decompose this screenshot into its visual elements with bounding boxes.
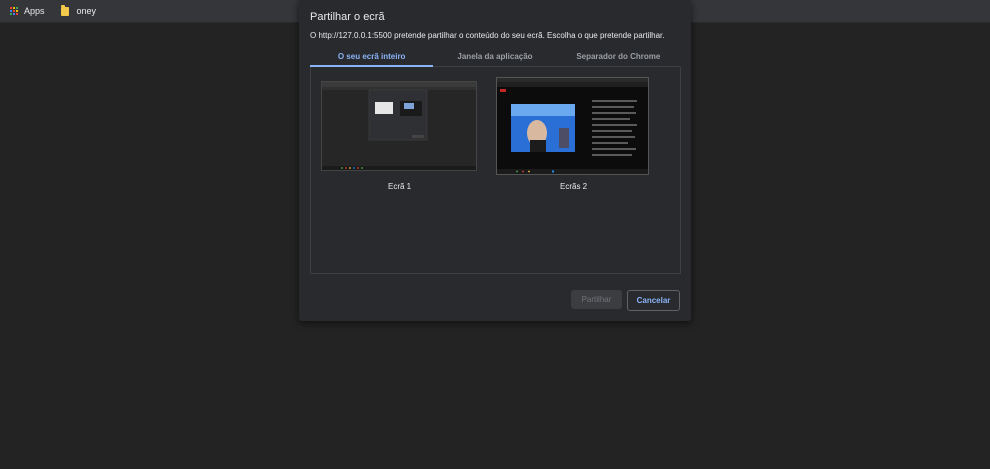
cancel-button[interactable]: Cancelar (627, 290, 680, 311)
tab-entire-screen[interactable]: O seu ecrã inteiro (310, 48, 434, 67)
bookmark-folder-label: oney (76, 6, 97, 16)
screen-2-label: Ecrãs 2 (560, 182, 588, 191)
screen-1-preview-image (322, 82, 476, 170)
apps-grid-icon (10, 6, 19, 16)
screen-1-thumbnail[interactable] (321, 81, 477, 171)
dialog-description: O http://127.0.0.1:5500 pretende partilh… (310, 31, 665, 40)
dialog-actions: Partilhar Cancelar (571, 290, 680, 311)
bookmark-apps-label: Apps (24, 6, 45, 16)
tab-chrome-tab[interactable]: Separador do Chrome (557, 48, 680, 66)
dialog-title: Partilhar o ecrã (310, 11, 385, 23)
screen-2-thumbnail[interactable] (496, 77, 649, 175)
bookmark-apps[interactable]: Apps (10, 6, 45, 16)
tab-bar: O seu ecrã inteiro Janela da aplicação S… (310, 48, 680, 67)
bookmark-folder-oney[interactable]: oney (60, 4, 97, 16)
tab-application-window[interactable]: Janela da aplicação (433, 48, 556, 66)
folder-icon (60, 4, 69, 16)
screen-picker-panel: Ecrã 1 Ecrãs 2 (310, 67, 681, 274)
share-button[interactable]: Partilhar (571, 290, 622, 309)
screen-2-preview-image (497, 78, 648, 174)
share-screen-dialog: Partilhar o ecrã O http://127.0.0.1:5500… (299, 0, 691, 321)
screen-1-label: Ecrã 1 (388, 182, 412, 191)
